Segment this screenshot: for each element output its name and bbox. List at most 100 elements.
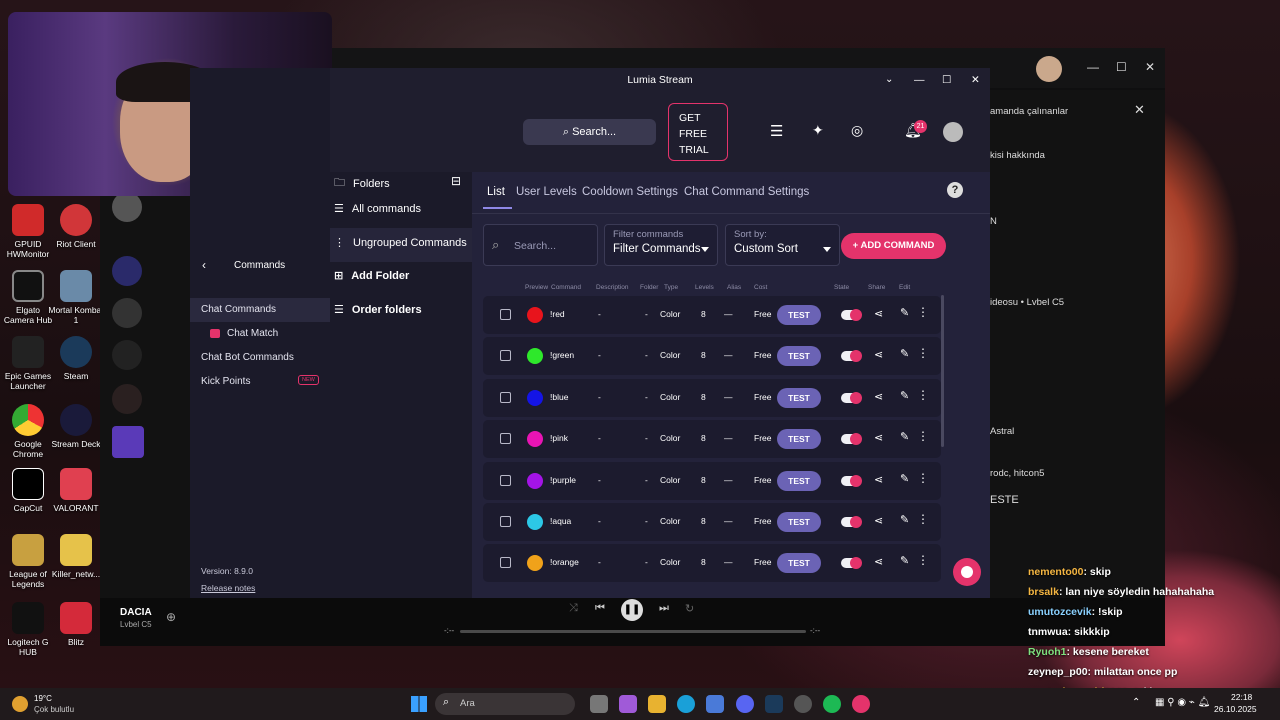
more-options-icon[interactable]: ⋮	[917, 512, 929, 526]
add-command-button[interactable]: + ADD COMMAND	[841, 233, 946, 259]
track-title[interactable]: DACIA	[120, 607, 152, 618]
share-icon[interactable]: ⋖	[874, 514, 883, 527]
shuffle-icon[interactable]: ⤨	[569, 602, 578, 615]
table-row[interactable]: !aqua - - Color 8 — Free TEST ⋖ ✎ ⋮	[483, 503, 941, 541]
share-icon[interactable]: ⋖	[874, 390, 883, 403]
command-name[interactable]: !green	[550, 350, 574, 360]
chat-username[interactable]: zeynep_p00	[1028, 666, 1088, 678]
library-item[interactable]	[112, 298, 142, 328]
more-options-icon[interactable]: ⋮	[917, 388, 929, 402]
avatar[interactable]	[1036, 56, 1062, 82]
more-options-icon[interactable]: ⋮	[917, 429, 929, 443]
maximize-icon[interactable]: ☐	[942, 68, 951, 92]
table-row[interactable]: !red - - Color 8 — Free TEST ⋖ ✎ ⋮	[483, 296, 941, 334]
back-chevron-icon[interactable]: ‹	[202, 258, 206, 272]
more-options-icon[interactable]: ⋮	[917, 305, 929, 319]
state-toggle[interactable]	[841, 309, 862, 321]
clock-time[interactable]: 22:18	[1231, 692, 1252, 702]
add-folder-button[interactable]: ⊞ Add Folder	[334, 269, 409, 283]
test-button[interactable]: TEST	[777, 387, 821, 408]
edit-icon[interactable]: ✎	[900, 513, 909, 526]
nav-item-kick-points[interactable]: Kick Points	[201, 376, 250, 387]
pause-button[interactable]: ❚❚	[621, 599, 643, 621]
table-row[interactable]: !blue - - Color 8 — Free TEST ⋖ ✎ ⋮	[483, 378, 941, 417]
nav-item-chat-bot[interactable]: Chat Bot Commands	[201, 352, 294, 363]
desktop-icon-steam[interactable]: Steam	[48, 336, 104, 381]
liked-songs-icon[interactable]	[112, 426, 144, 458]
desktop-icon-mk1[interactable]: Mortal Kombat 1	[48, 270, 104, 325]
weather-desc[interactable]: Çok bulutlu	[34, 705, 74, 714]
table-row[interactable]: !orange - - Color 8 — Free TEST ⋖ ✎ ⋮	[483, 544, 941, 583]
tab-list[interactable]: List	[487, 186, 505, 198]
free-trial-button[interactable]: GET FREE TRIAL	[668, 103, 728, 161]
row-checkbox[interactable]	[500, 474, 511, 486]
repeat-icon[interactable]: ↻	[685, 602, 694, 615]
search-input[interactable]: ⌕ Search...	[483, 224, 598, 266]
row-checkbox[interactable]	[500, 350, 511, 362]
maximize-icon[interactable]: ☐	[1116, 60, 1127, 74]
state-toggle[interactable]	[841, 557, 862, 570]
row-checkbox[interactable]	[500, 391, 511, 403]
command-name[interactable]: !blue	[550, 392, 568, 402]
more-options-icon[interactable]: ⋮	[917, 553, 929, 567]
test-button[interactable]: TEST	[777, 429, 821, 450]
state-toggle[interactable]	[841, 516, 862, 528]
edit-icon[interactable]: ✎	[900, 430, 909, 443]
library-item[interactable]	[112, 340, 142, 370]
share-icon[interactable]: ⋖	[874, 473, 883, 486]
tab-cooldown[interactable]: Cooldown Settings	[582, 186, 678, 198]
tray-chevron-icon[interactable]: ⌃	[1132, 697, 1140, 708]
spotify-icon[interactable]	[823, 695, 841, 713]
test-button[interactable]: TEST	[777, 346, 821, 367]
desktop-icon-killer[interactable]: Killer_netw...	[48, 534, 104, 579]
floating-record-button[interactable]	[953, 558, 981, 586]
sliders-icon[interactable]: ☰	[770, 122, 783, 140]
more-options-icon[interactable]: ⋮	[917, 346, 929, 360]
edit-icon[interactable]: ✎	[900, 306, 909, 319]
edit-icon[interactable]: ✎	[900, 347, 909, 360]
chat-username[interactable]: umutozcevik	[1028, 606, 1092, 618]
table-row[interactable]: !pink - - Color 8 — Free TEST ⋖ ✎ ⋮	[483, 420, 941, 459]
desktop-icon-streamdeck[interactable]: Stream Deck	[48, 404, 104, 449]
nav-item-chat-commands[interactable]: Chat Commands	[201, 304, 276, 315]
command-name[interactable]: !aqua	[550, 516, 571, 526]
desktop-icon-blitz[interactable]: Blitz	[48, 602, 104, 647]
test-button[interactable]: TEST	[777, 553, 821, 574]
test-button[interactable]: TEST	[777, 305, 821, 325]
state-toggle[interactable]	[841, 391, 862, 404]
share-icon[interactable]: ⋖	[874, 431, 883, 444]
store-icon[interactable]	[706, 695, 724, 713]
file-explorer-icon[interactable]	[648, 695, 666, 713]
library-item[interactable]	[112, 192, 142, 222]
release-notes-link[interactable]: Release notes	[201, 583, 255, 593]
sort-by-select[interactable]: Sort by: Custom Sort	[725, 224, 840, 266]
folder-ungrouped[interactable]: ⋮ Ungrouped Commands	[334, 236, 467, 250]
nav-item-chat-match[interactable]: Chat Match	[227, 328, 278, 339]
edge-icon[interactable]	[677, 695, 695, 713]
task-view-icon[interactable]	[590, 695, 608, 713]
more-options-icon[interactable]: ⋮	[917, 471, 929, 485]
share-icon[interactable]: ⋖	[874, 555, 883, 568]
close-icon[interactable]: ✕	[971, 68, 980, 92]
clock-date[interactable]: 26.10.2025	[1214, 704, 1257, 714]
library-item[interactable]	[112, 256, 142, 286]
tab-chat-command-settings[interactable]: Chat Command Settings	[684, 186, 809, 198]
edit-icon[interactable]: ✎	[900, 554, 909, 567]
scrollbar[interactable]	[941, 295, 944, 447]
desktop-icon-valorant[interactable]: VALORANT	[48, 468, 104, 513]
chat-username[interactable]: Ryuoh1	[1028, 646, 1067, 658]
state-toggle[interactable]	[841, 350, 862, 363]
chat-username[interactable]: brsalk	[1028, 586, 1059, 598]
table-row[interactable]: !purple - - Color 8 — Free TEST ⋖ ✎ ⋮	[483, 461, 941, 500]
tab-user-levels[interactable]: User Levels	[516, 186, 577, 198]
test-button[interactable]: TEST	[777, 512, 821, 532]
state-toggle[interactable]	[841, 474, 862, 487]
copilot-icon[interactable]	[619, 695, 637, 713]
help-icon[interactable]: ?	[947, 182, 963, 198]
table-row[interactable]: !green - - Color 8 — Free TEST ⋖ ✎ ⋮	[483, 337, 941, 376]
track-artist[interactable]: Lvbel C5	[120, 620, 152, 629]
command-name[interactable]: !pink	[550, 433, 568, 443]
chevron-down-icon[interactable]: ⌄	[885, 68, 893, 92]
previous-icon[interactable]: ⏮	[595, 602, 605, 615]
chat-username[interactable]: tnmwua	[1028, 626, 1068, 638]
